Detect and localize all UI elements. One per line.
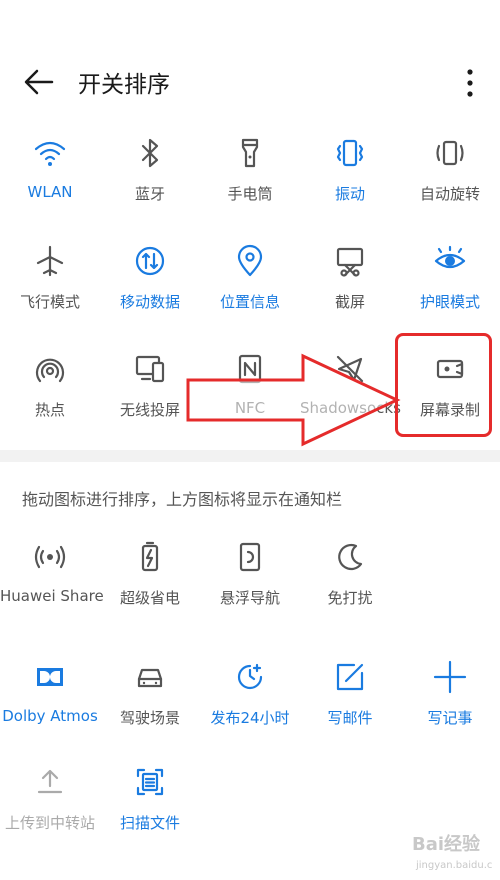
- tile-upload[interactable]: 上传到中转站: [0, 752, 100, 852]
- screenshot-icon: [336, 247, 364, 277]
- publish-24h-icon: [237, 663, 263, 690]
- arrow-annotation: [186, 353, 401, 447]
- tile-label: 自动旋转: [419, 185, 480, 203]
- tile-label: 飞行模式: [19, 293, 80, 311]
- tile-label: 蓝牙: [134, 185, 165, 203]
- upload-icon: [37, 769, 63, 794]
- eye-icon: [434, 245, 466, 269]
- tile-screenshot[interactable]: 截屏: [300, 231, 400, 331]
- car-icon: [137, 668, 163, 688]
- tile-mobile-data[interactable]: 移动数据: [100, 231, 200, 331]
- floating-nav-icon: [239, 542, 261, 572]
- airplane-icon: [36, 245, 64, 277]
- svg-text:jingyan.baidu.com: jingyan.baidu.com: [415, 860, 492, 871]
- tile-floating-nav[interactable]: 悬浮导航: [200, 527, 300, 627]
- tile-label: 驾驶场景: [119, 709, 180, 727]
- tile-label: 振动: [334, 185, 365, 203]
- tile-label: 上传到中转站: [4, 814, 95, 832]
- hotspot-icon: [35, 358, 65, 383]
- header-bar: 开关排序: [0, 55, 500, 110]
- highlight-box: [395, 333, 492, 437]
- tile-compose-email[interactable]: 写邮件: [300, 647, 400, 747]
- tile-location[interactable]: 位置信息: [200, 231, 300, 331]
- mobile-data-icon: [135, 246, 165, 276]
- svg-text:Bai经验: Bai经验: [412, 833, 481, 855]
- location-icon: [237, 244, 263, 277]
- tile-airplane[interactable]: 飞行模式: [0, 231, 100, 331]
- battery-saver-icon: [141, 541, 159, 572]
- tile-label: 超级省电: [119, 589, 180, 607]
- more-options-icon[interactable]: [460, 67, 480, 99]
- huawei-share-icon: [34, 545, 66, 569]
- tile-moon[interactable]: 免打扰: [300, 527, 400, 627]
- tile-label: Dolby Atmos: [2, 707, 98, 725]
- tile-dolby[interactable]: Dolby Atmos: [0, 647, 100, 747]
- tile-label: 位置信息: [219, 293, 280, 311]
- tile-label: WLAN: [27, 183, 73, 201]
- bluetooth-icon: [141, 138, 159, 168]
- wireless-projection-icon: [135, 355, 165, 383]
- flashlight-icon: [241, 138, 259, 168]
- vibrate-icon: [336, 139, 364, 167]
- rotate-icon: [436, 140, 464, 166]
- watermark-logo: Bai经验 jingyan.baidu.com: [412, 833, 492, 871]
- tile-car[interactable]: 驾驶场景: [100, 647, 200, 747]
- tile-label: Huawei Share: [0, 587, 104, 605]
- tile-vibrate[interactable]: 振动: [300, 123, 400, 223]
- tile-rotate[interactable]: 自动旋转: [400, 123, 500, 223]
- sort-hint-text: 拖动图标进行排序，上方图标将显示在通知栏: [22, 490, 343, 509]
- back-arrow-icon[interactable]: [22, 67, 56, 97]
- tile-label: 移动数据: [119, 293, 180, 311]
- tile-eye[interactable]: 护眼模式: [400, 231, 500, 331]
- tile-label: 发布24小时: [210, 709, 290, 727]
- tile-battery-saver[interactable]: 超级省电: [100, 527, 200, 627]
- plus-icon: [433, 660, 467, 694]
- tile-label: 热点: [34, 401, 65, 419]
- tile-huawei-share[interactable]: Huawei Share: [0, 527, 104, 627]
- tile-label: 手电筒: [227, 185, 273, 203]
- dolby-icon: [37, 668, 63, 686]
- wifi-icon: [34, 141, 66, 166]
- tile-label: 悬浮导航: [219, 589, 280, 607]
- tile-label: 扫描文件: [119, 814, 180, 832]
- moon-icon: [338, 543, 363, 571]
- tile-wifi[interactable]: WLAN: [0, 123, 100, 223]
- scan-document-icon: [136, 768, 164, 796]
- tile-plus[interactable]: 写记事: [400, 647, 500, 747]
- tile-hotspot[interactable]: 热点: [0, 339, 100, 439]
- tile-publish-24h[interactable]: 发布24小时: [200, 647, 300, 747]
- tile-label: 免打扰: [327, 589, 373, 607]
- page-title: 开关排序: [78, 72, 170, 98]
- tile-label: 截屏: [334, 293, 365, 311]
- tile-label: 写记事: [427, 709, 473, 727]
- tile-bluetooth[interactable]: 蓝牙: [100, 123, 200, 223]
- tile-label: 护眼模式: [419, 293, 480, 311]
- compose-email-icon: [336, 663, 364, 691]
- tile-label: 写邮件: [327, 709, 373, 727]
- section-divider: [0, 450, 500, 462]
- tile-scan-document[interactable]: 扫描文件: [100, 752, 200, 852]
- tile-flashlight[interactable]: 手电筒: [200, 123, 300, 223]
